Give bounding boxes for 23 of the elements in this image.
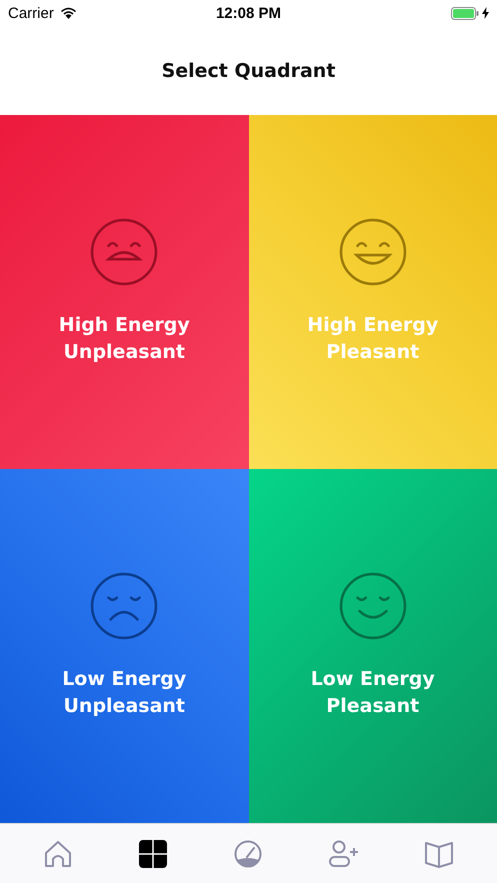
wifi-icon (60, 7, 77, 19)
face-icon (338, 218, 407, 286)
quadrant-label: High Energy Pleasant (307, 313, 438, 365)
quadrant-tile[interactable]: High Energy Unpleasant (0, 115, 248, 469)
quadrant-label: Low Energy Unpleasant (62, 667, 186, 719)
grid-icon (139, 840, 168, 868)
quadrant-tile[interactable]: Low Energy Unpleasant (0, 469, 248, 823)
add-person-icon (328, 840, 359, 868)
battery-icon (451, 6, 479, 20)
face-icon (338, 572, 407, 640)
book-icon (425, 840, 454, 868)
carrier-label: Carrier (8, 4, 54, 22)
tab-button[interactable] (137, 838, 170, 870)
face-icon (90, 218, 158, 286)
home-icon (44, 840, 72, 868)
charging-icon (482, 7, 489, 19)
gauge-icon (234, 840, 262, 868)
quadrant-tile[interactable]: Low Energy Pleasant (248, 469, 497, 823)
quadrant-label: High Energy Unpleasant (58, 313, 190, 365)
clock-time: 12:08 PM (216, 4, 282, 22)
face-icon (90, 572, 158, 640)
quadrant-label: Low Energy Pleasant (310, 667, 435, 719)
screen-title: Select Quadrant (162, 60, 336, 82)
